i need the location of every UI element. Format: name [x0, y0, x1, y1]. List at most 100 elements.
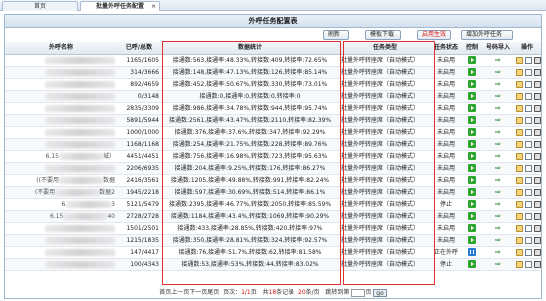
- edit-icon[interactable]: [516, 152, 523, 160]
- play-icon[interactable]: [468, 164, 476, 172]
- delete-icon[interactable]: [534, 176, 541, 184]
- copy-icon[interactable]: [525, 200, 532, 208]
- delete-icon[interactable]: [534, 224, 541, 232]
- edit-icon[interactable]: [516, 92, 523, 100]
- copy-icon[interactable]: [525, 56, 532, 64]
- pause-icon[interactable]: [468, 248, 476, 256]
- play-icon[interactable]: [468, 56, 476, 64]
- edit-icon[interactable]: [516, 140, 523, 148]
- delete-icon[interactable]: [534, 80, 541, 88]
- play-icon[interactable]: [468, 140, 476, 148]
- copy-icon[interactable]: [525, 164, 532, 172]
- play-icon[interactable]: [468, 200, 476, 208]
- copy-icon[interactable]: [525, 152, 532, 160]
- play-icon[interactable]: [468, 212, 476, 220]
- import-arrows-icon[interactable]: ⇨: [495, 151, 501, 162]
- play-icon[interactable]: [468, 104, 476, 112]
- import-arrows-icon[interactable]: ⇨: [495, 55, 501, 66]
- edit-icon[interactable]: [516, 56, 523, 64]
- go-button[interactable]: go: [373, 288, 387, 297]
- import-arrows-icon[interactable]: ⇨: [495, 235, 501, 246]
- add-task-button[interactable]: 增加外呼任务: [461, 30, 513, 40]
- edit-icon[interactable]: [516, 200, 523, 208]
- copy-icon[interactable]: [525, 92, 532, 100]
- play-icon[interactable]: [468, 68, 476, 76]
- delete-icon[interactable]: [534, 92, 541, 100]
- close-icon[interactable]: ×: [151, 2, 156, 11]
- delete-icon[interactable]: [534, 236, 541, 244]
- play-icon[interactable]: [468, 92, 476, 100]
- play-icon[interactable]: [468, 116, 476, 124]
- copy-icon[interactable]: [525, 260, 532, 268]
- edit-icon[interactable]: [516, 224, 523, 232]
- import-arrows-icon[interactable]: ⇨: [495, 103, 501, 114]
- delete-icon[interactable]: [534, 68, 541, 76]
- edit-icon[interactable]: [516, 128, 523, 136]
- delete-icon[interactable]: [534, 260, 541, 268]
- import-arrows-icon[interactable]: ⇨: [495, 259, 501, 270]
- copy-icon[interactable]: [525, 188, 532, 196]
- import-arrows-icon[interactable]: ⇨: [495, 67, 501, 78]
- play-icon[interactable]: [468, 236, 476, 244]
- edit-icon[interactable]: [516, 188, 523, 196]
- play-icon[interactable]: [468, 128, 476, 136]
- tab-batch-call-config[interactable]: 批量外呼任务配置 ×: [80, 1, 160, 11]
- delete-icon[interactable]: [534, 140, 541, 148]
- copy-icon[interactable]: [525, 116, 532, 124]
- import-arrows-icon[interactable]: ⇨: [495, 223, 501, 234]
- import-arrows-icon[interactable]: ⇨: [495, 79, 501, 90]
- edit-icon[interactable]: [516, 176, 523, 184]
- play-icon[interactable]: [468, 188, 476, 196]
- import-arrows-icon[interactable]: ⇨: [495, 247, 501, 258]
- edit-icon[interactable]: [516, 248, 523, 256]
- delete-icon[interactable]: [534, 152, 541, 160]
- edit-icon[interactable]: [516, 236, 523, 244]
- enable-button[interactable]: 启用生效: [417, 30, 451, 40]
- copy-icon[interactable]: [525, 128, 532, 136]
- delete-icon[interactable]: [534, 128, 541, 136]
- import-arrows-icon[interactable]: ⇨: [495, 139, 501, 150]
- play-icon[interactable]: [468, 260, 476, 268]
- import-arrows-icon[interactable]: ⇨: [495, 187, 501, 198]
- copy-icon[interactable]: [525, 176, 532, 184]
- delete-icon[interactable]: [534, 188, 541, 196]
- pager-nav[interactable]: 首页上一页下一页尾页: [159, 289, 219, 296]
- edit-icon[interactable]: [516, 212, 523, 220]
- import-arrows-icon[interactable]: ⇨: [495, 199, 501, 210]
- copy-icon[interactable]: [525, 68, 532, 76]
- import-arrows-icon[interactable]: ⇨: [495, 127, 501, 138]
- delete-icon[interactable]: [534, 104, 541, 112]
- play-icon[interactable]: [468, 80, 476, 88]
- refresh-button[interactable]: 刷新: [323, 30, 349, 40]
- play-icon[interactable]: [468, 152, 476, 160]
- copy-icon[interactable]: [525, 248, 532, 256]
- copy-icon[interactable]: [525, 224, 532, 232]
- copy-icon[interactable]: [525, 212, 532, 220]
- play-icon[interactable]: [468, 224, 476, 232]
- edit-icon[interactable]: [516, 104, 523, 112]
- import-arrows-icon[interactable]: ⇨: [495, 163, 501, 174]
- edit-icon[interactable]: [516, 116, 523, 124]
- play-icon[interactable]: [468, 176, 476, 184]
- template-download-button[interactable]: 模板下载: [365, 30, 401, 40]
- page-jump-input[interactable]: [351, 288, 366, 297]
- edit-icon[interactable]: [516, 260, 523, 268]
- copy-icon[interactable]: [525, 140, 532, 148]
- import-arrows-icon[interactable]: ⇨: [495, 91, 501, 102]
- edit-icon[interactable]: [516, 80, 523, 88]
- delete-icon[interactable]: [534, 56, 541, 64]
- import-arrows-icon[interactable]: ⇨: [495, 175, 501, 186]
- import-arrows-icon[interactable]: ⇨: [495, 115, 501, 126]
- copy-icon[interactable]: [525, 80, 532, 88]
- copy-icon[interactable]: [525, 104, 532, 112]
- tab-home[interactable]: 首页: [2, 1, 78, 11]
- delete-icon[interactable]: [534, 212, 541, 220]
- import-arrows-icon[interactable]: ⇨: [495, 211, 501, 222]
- delete-icon[interactable]: [534, 116, 541, 124]
- edit-icon[interactable]: [516, 164, 523, 172]
- delete-icon[interactable]: [534, 164, 541, 172]
- edit-icon[interactable]: [516, 68, 523, 76]
- delete-icon[interactable]: [534, 248, 541, 256]
- copy-icon[interactable]: [525, 236, 532, 244]
- delete-icon[interactable]: [534, 200, 541, 208]
